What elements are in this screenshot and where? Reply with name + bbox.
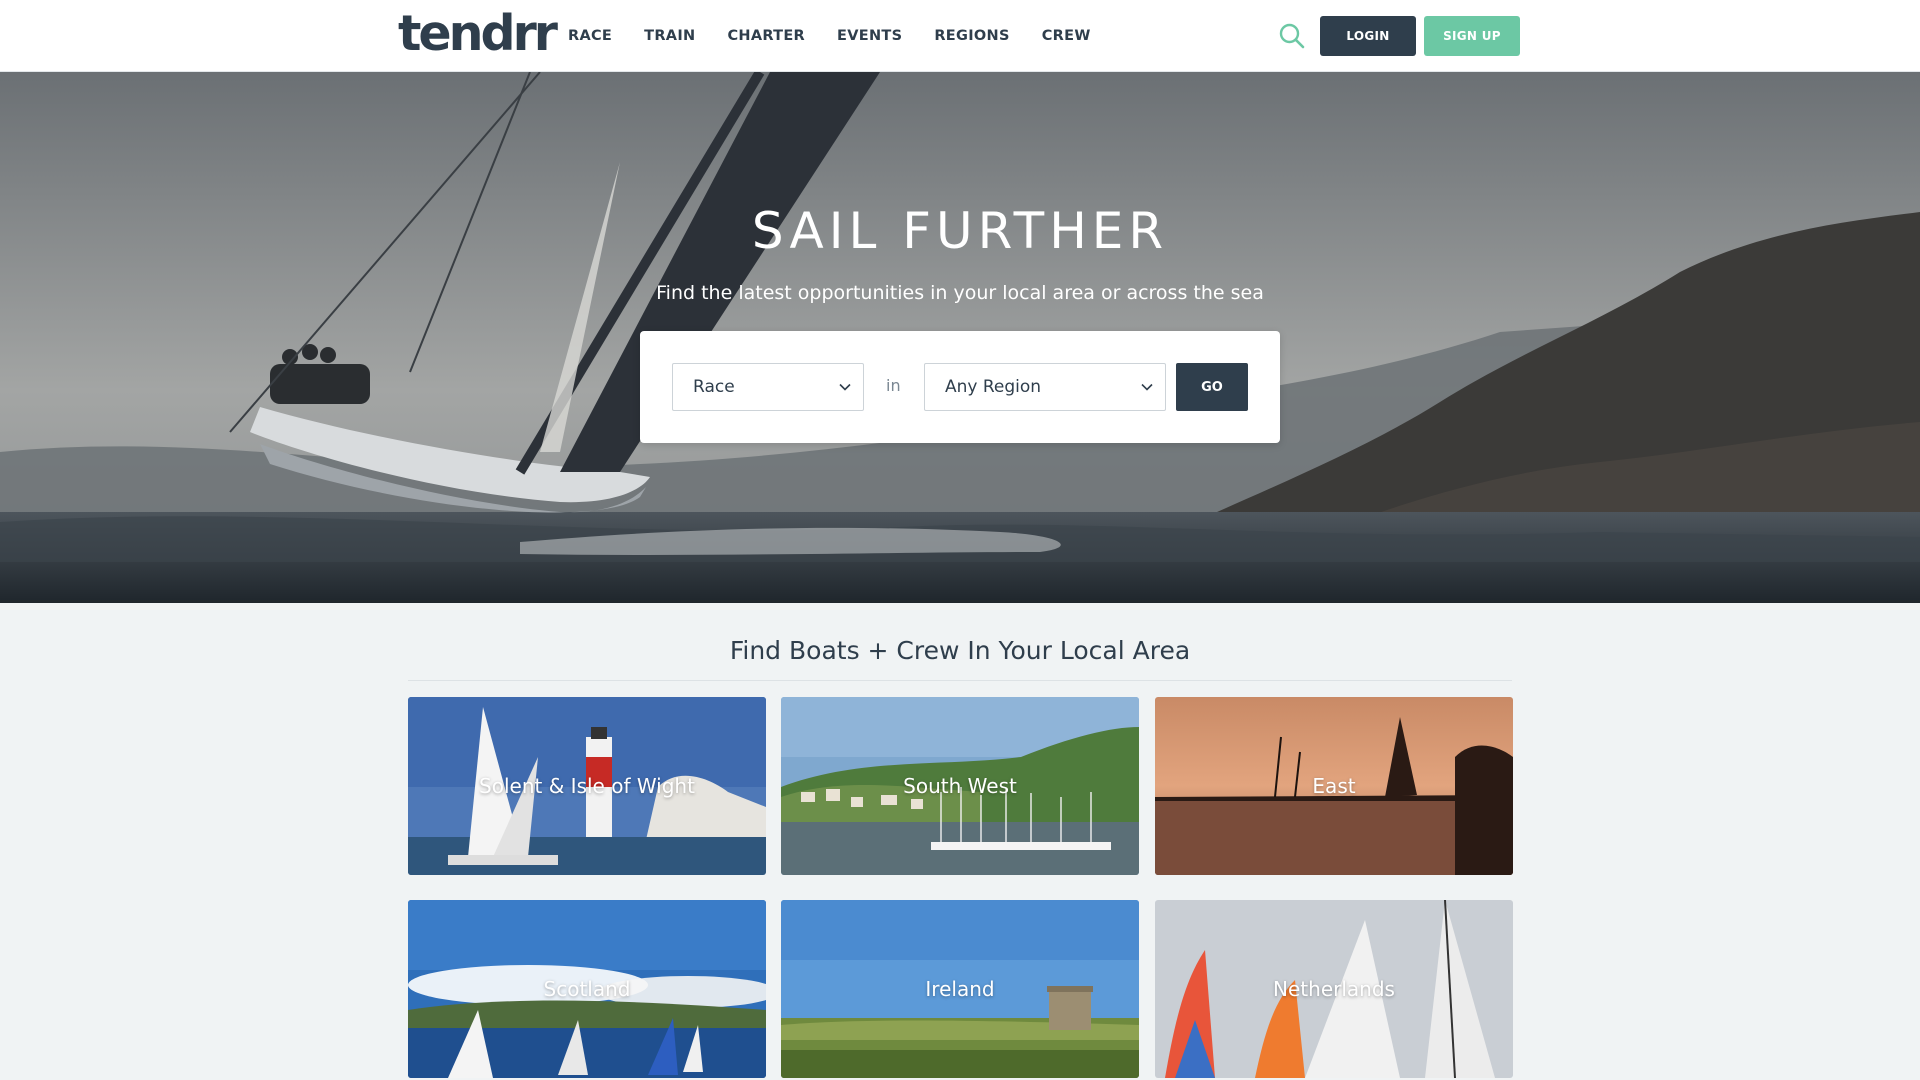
region-tile-ireland[interactable]: Ireland [781,900,1139,1078]
region-tile-label: South West [903,774,1017,798]
activity-type-select[interactable]: Race [672,363,864,411]
chevron-down-icon [1141,383,1153,391]
region-tile-label: Scotland [543,977,631,1001]
section-divider [408,680,1512,681]
region-tile-label: Netherlands [1273,977,1395,1001]
chevron-down-icon [839,383,851,391]
site-header: tendrr RACE TRAIN CHARTER EVENTS REGIONS… [0,0,1920,72]
nav-item-events[interactable]: EVENTS [837,28,902,44]
hero-banner: SAIL FURTHER Find the latest opportuniti… [0,72,1920,603]
search-icon[interactable] [1278,22,1306,50]
regions-section-title: Find Boats + Crew In Your Local Area [729,636,1191,665]
region-tile-netherlands[interactable]: Netherlands [1155,900,1513,1078]
nav-item-crew[interactable]: CREW [1042,28,1091,44]
region-tile-scotland[interactable]: Scotland [408,900,766,1078]
go-button[interactable]: GO [1176,363,1248,411]
nav-item-regions[interactable]: REGIONS [934,28,1009,44]
main-nav: RACE TRAIN CHARTER EVENTS REGIONS CREW [568,0,1123,72]
region-tile-label: Ireland [925,977,995,1001]
logo[interactable]: tendrr [398,6,558,62]
in-label: in [886,376,901,395]
nav-item-race[interactable]: RACE [568,28,612,44]
hero-subtitle: Find the latest opportunities in your lo… [656,282,1264,304]
hero-title: SAIL FURTHER [751,202,1169,260]
nav-item-train[interactable]: TRAIN [644,28,695,44]
search-panel: Race in Any Region GO [640,331,1280,443]
nav-item-charter[interactable]: CHARTER [727,28,805,44]
activity-type-value: Race [693,377,735,397]
region-tile-label: Solent & Isle of Wight [479,774,695,798]
region-tile-east[interactable]: East [1155,697,1513,875]
region-select[interactable]: Any Region [924,363,1166,411]
login-button[interactable]: LOGIN [1320,16,1416,56]
region-tile-label: East [1312,774,1356,798]
region-tile-south-west[interactable]: South West [781,697,1139,875]
signup-button[interactable]: SIGN UP [1424,16,1520,56]
region-tile-solent[interactable]: Solent & Isle of Wight [408,697,766,875]
region-value: Any Region [945,377,1042,397]
